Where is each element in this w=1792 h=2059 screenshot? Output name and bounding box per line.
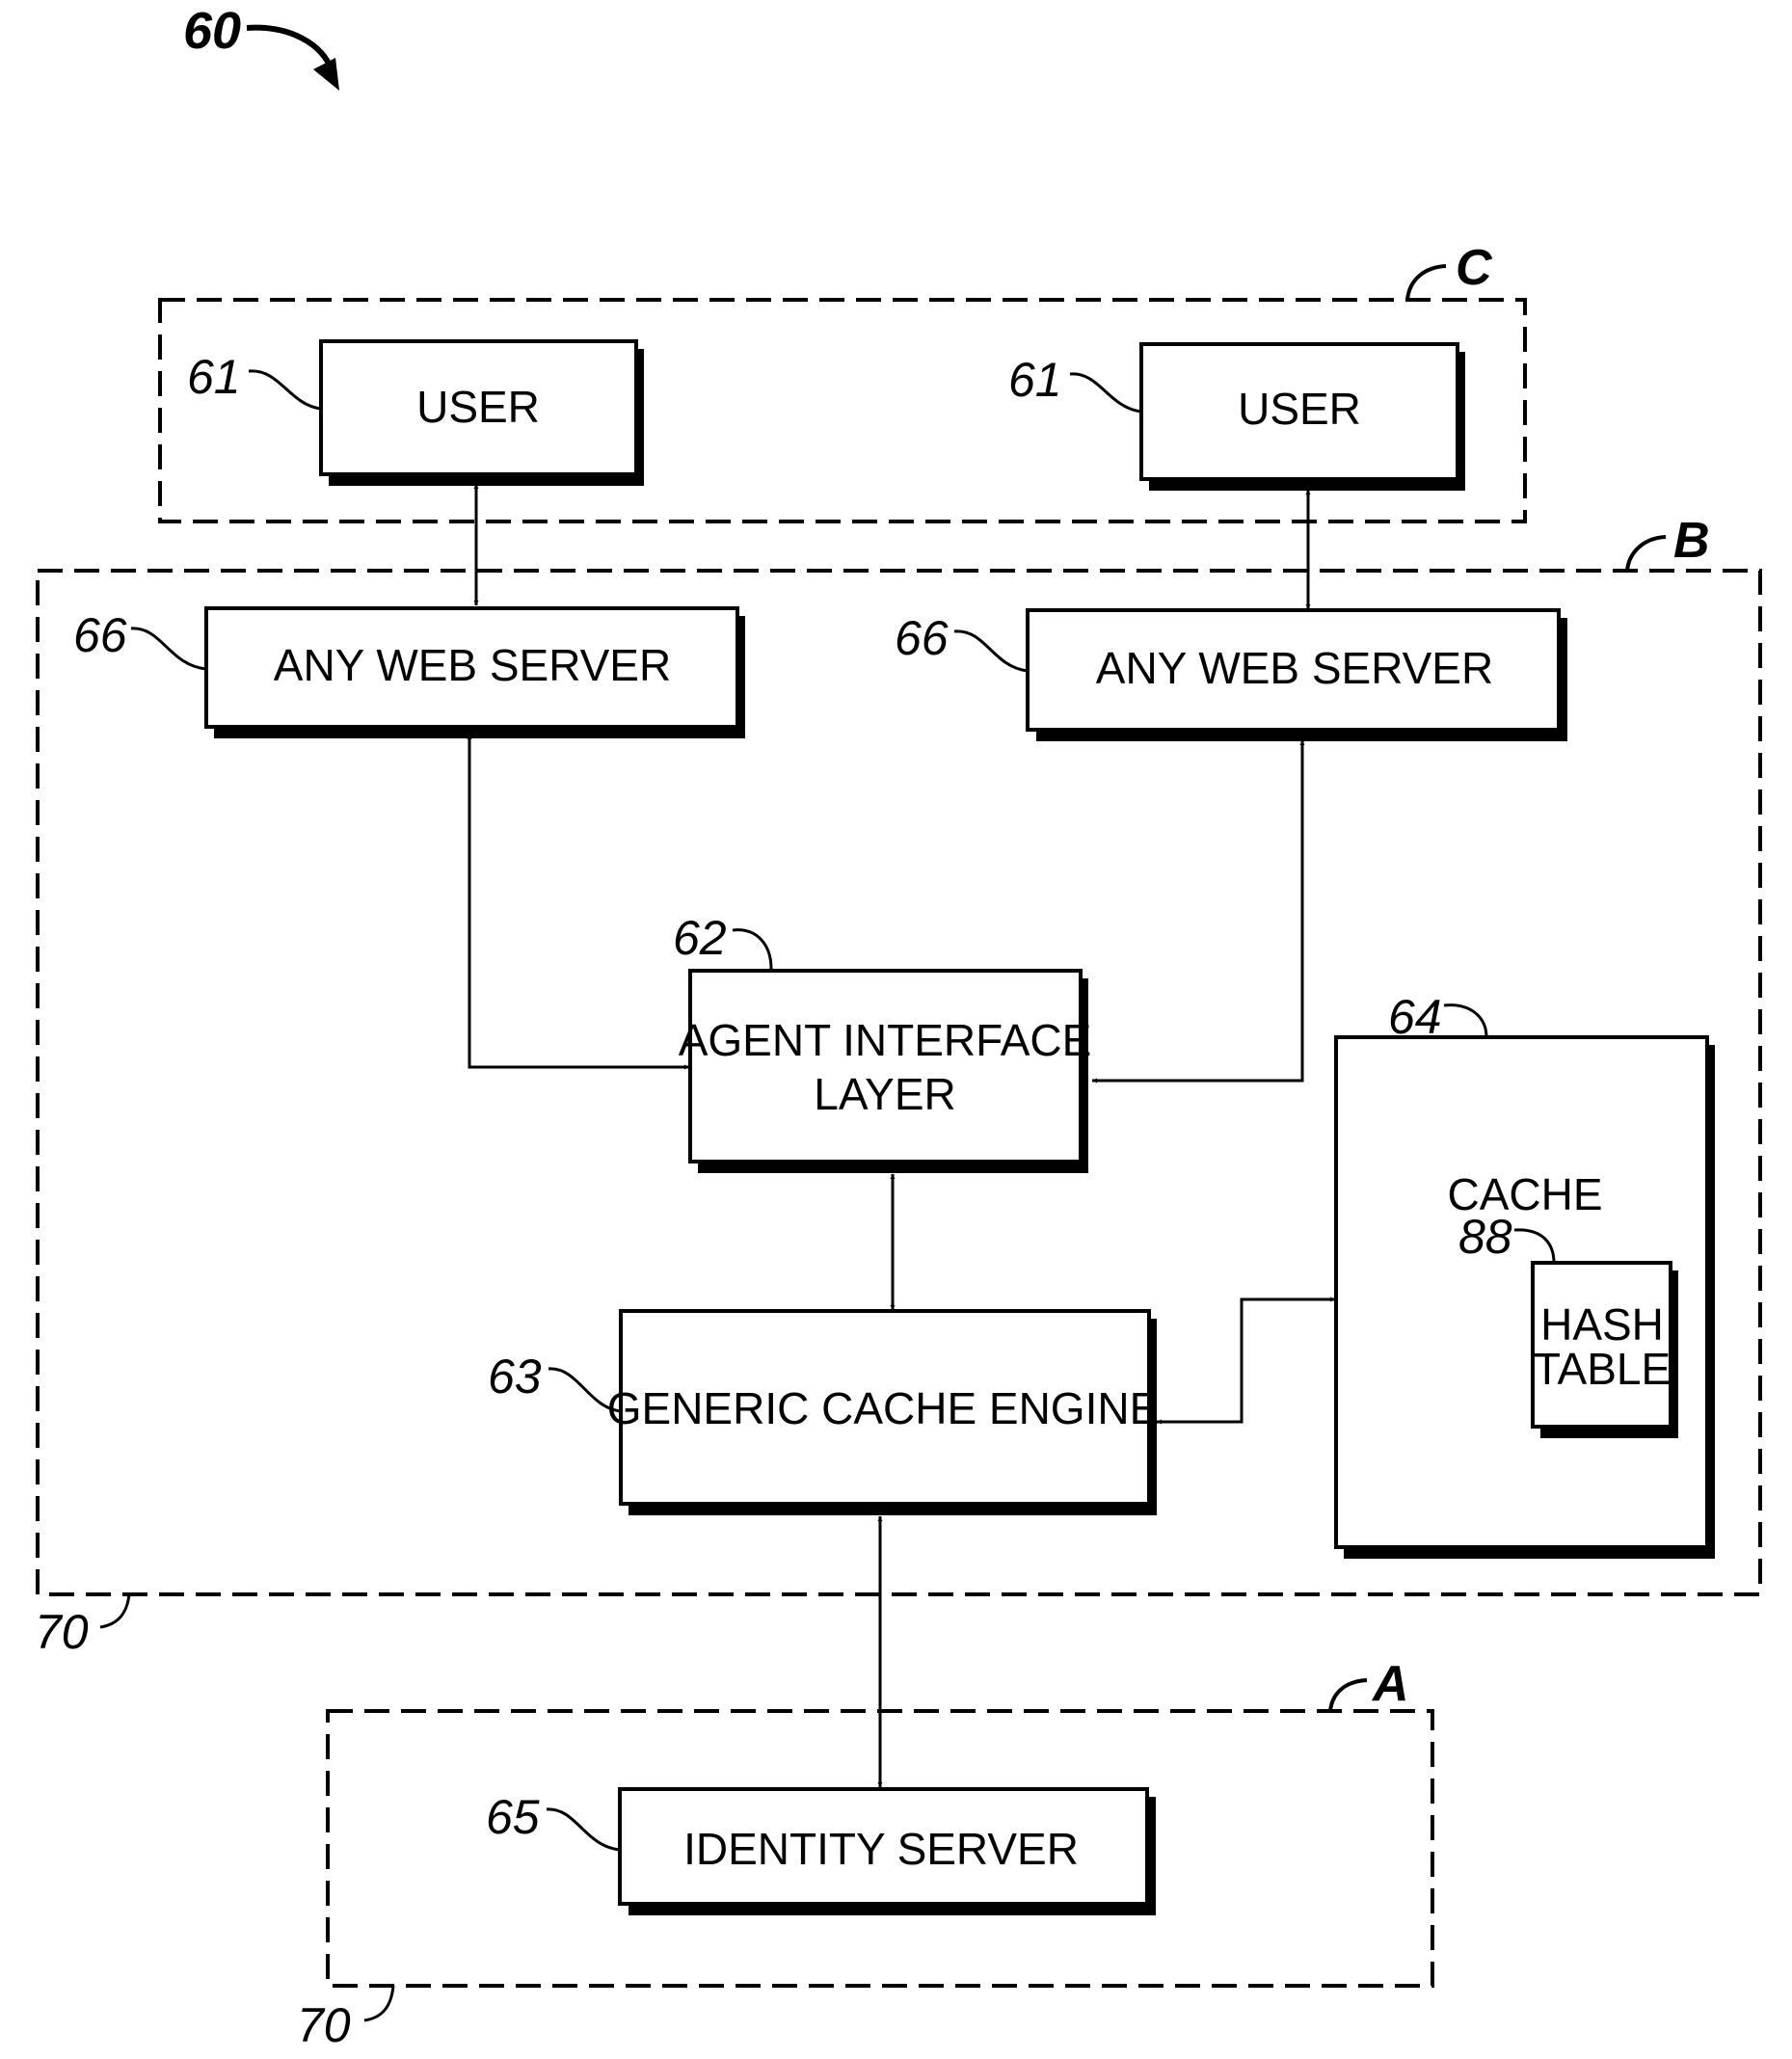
- block-agent-interface-ref: 62: [673, 911, 727, 965]
- zone-b-leader: [1625, 535, 1667, 572]
- block-cache-ref: 64: [1388, 990, 1442, 1044]
- block-user-right-label: USER: [1238, 384, 1361, 434]
- figure-number: 60: [183, 2, 241, 60]
- block-identity-server-ref: 65: [486, 1790, 540, 1844]
- block-web-server-left-leader: [130, 627, 207, 671]
- block-web-server-left-label: ANY WEB SERVER: [274, 640, 671, 690]
- connector-web-left-agent: [467, 735, 689, 1070]
- block-user-left: USER 61: [187, 339, 644, 486]
- figure-arrowhead-icon: [313, 58, 339, 91]
- zone-a-label: A: [1371, 1656, 1409, 1712]
- zone-c-leader: [1405, 264, 1447, 301]
- zone-a-ref-leader: [363, 1985, 395, 2022]
- block-hash-table-label-line2: TABLE: [1534, 1344, 1671, 1394]
- zone-a-leader: [1328, 1678, 1368, 1712]
- figure-arrow-icon: [246, 24, 335, 74]
- block-web-server-right: ANY WEB SERVER 66: [895, 608, 1567, 741]
- architecture-diagram: 60 C B 70 A 70 USER 61 USER 61 ANY WEB S…: [35, 2, 1762, 2052]
- block-user-right-ref: 61: [1008, 353, 1062, 407]
- zone-b-ref: 70: [35, 1605, 89, 1659]
- figure-reference: 60: [183, 2, 339, 91]
- block-agent-interface-leader: [732, 928, 773, 970]
- block-hash-table-ref: 88: [1458, 1210, 1512, 1264]
- connector-web-right-agent: [1092, 740, 1305, 1083]
- block-web-server-right-label: ANY WEB SERVER: [1096, 643, 1493, 693]
- block-user-right-leader: [1069, 372, 1142, 414]
- block-cache-engine: GENERIC CACHE ENGINE 63: [488, 1309, 1160, 1515]
- block-agent-interface: AGENT INTERFACE LAYER 62: [673, 911, 1091, 1173]
- block-cache: CACHE 64 HASH TABLE 88: [1334, 990, 1715, 1559]
- block-cache-leader: [1443, 1003, 1488, 1038]
- block-cache-engine-label: GENERIC CACHE ENGINE: [607, 1383, 1160, 1433]
- zone-a-ref: 70: [297, 1998, 351, 2052]
- block-identity-server-leader: [546, 1807, 621, 1852]
- block-hash-table-label-line1: HASH: [1540, 1299, 1664, 1350]
- block-user-left-leader: [248, 369, 322, 411]
- zone-b-label: B: [1673, 513, 1710, 569]
- block-user-left-label: USER: [416, 382, 540, 432]
- connector-engine-cache: [1157, 1297, 1335, 1425]
- block-frame: [688, 969, 1083, 1163]
- block-identity-server: IDENTITY SERVER 65: [486, 1787, 1156, 1915]
- block-identity-server-label: IDENTITY SERVER: [683, 1824, 1079, 1874]
- block-web-server-right-ref: 66: [895, 611, 949, 665]
- block-web-server-left-ref: 66: [73, 608, 127, 662]
- block-cache-engine-ref: 63: [488, 1350, 542, 1404]
- block-user-left-ref: 61: [187, 350, 241, 404]
- block-user-right: USER 61: [1008, 342, 1465, 491]
- zone-c-label: C: [1456, 240, 1493, 296]
- block-agent-interface-label-line1: AGENT INTERFACE: [679, 1015, 1092, 1065]
- block-agent-interface-label-line2: LAYER: [814, 1069, 955, 1119]
- block-web-server-left: ANY WEB SERVER 66: [73, 606, 745, 738]
- block-web-server-right-leader: [953, 629, 1029, 673]
- zone-b-ref-leader: [99, 1593, 131, 1629]
